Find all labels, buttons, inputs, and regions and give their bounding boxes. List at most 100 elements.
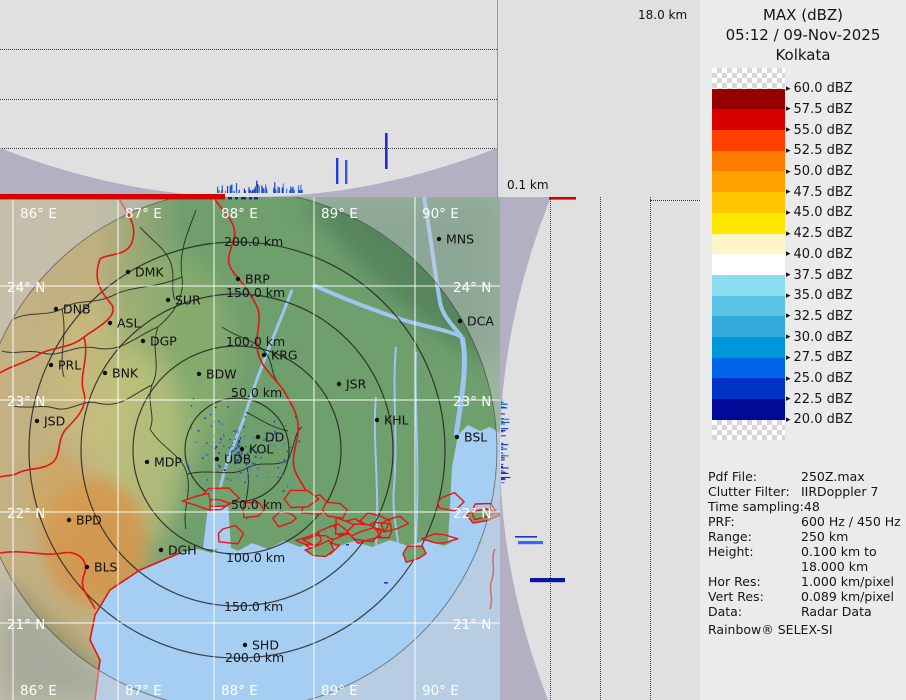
metadata-row: Height:0.100 km to 18.000 km bbox=[708, 544, 904, 574]
city-marker bbox=[197, 372, 201, 376]
city-label: BPD bbox=[76, 513, 102, 528]
scale-tick-arrow-icon: ▸ bbox=[786, 167, 791, 177]
product-header: MAX (dBZ) 05:12 / 09-Nov-2025 Kolkata bbox=[700, 5, 906, 65]
echo-ticks bbox=[501, 402, 511, 484]
city-label: MNS bbox=[446, 232, 474, 247]
dbz-swatch bbox=[712, 420, 785, 441]
dbz-swatch bbox=[712, 171, 785, 192]
product-metadata: Pdf File:250Z.maxClutter Filter:IIRDoppl… bbox=[708, 469, 904, 637]
beam-blockage-wedge bbox=[500, 197, 551, 700]
city-label: SUR bbox=[175, 293, 201, 308]
legend-panel: MAX (dBZ) 05:12 / 09-Nov-2025 Kolkata ▸6… bbox=[700, 0, 906, 700]
latitude-label: 24° N bbox=[453, 280, 491, 296]
city-label: PRL bbox=[58, 358, 81, 373]
longitude-label: 87° E bbox=[125, 206, 162, 222]
scale-tick-arrow-icon: ▸ bbox=[786, 208, 791, 218]
scale-tick-arrow-icon: ▸ bbox=[786, 353, 791, 363]
city-marker bbox=[141, 339, 145, 343]
city-label: BRP bbox=[245, 272, 270, 287]
city-label: DGP bbox=[150, 334, 177, 349]
city-label: BLS bbox=[94, 560, 118, 575]
city-marker bbox=[103, 371, 107, 375]
dbz-scale-label: ▸27.5 dBZ bbox=[786, 350, 853, 365]
ground-strip bbox=[549, 197, 576, 200]
metadata-row: Time sampling:48 bbox=[708, 499, 904, 514]
dbz-color-scale bbox=[712, 68, 785, 440]
scale-tick-arrow-icon: ▸ bbox=[786, 374, 791, 384]
longitude-label: 90° E bbox=[422, 206, 459, 222]
height-axis-min-label: 0.1 km bbox=[507, 178, 549, 192]
city-marker bbox=[458, 319, 462, 323]
city-label: DGH bbox=[168, 543, 197, 558]
scale-tick-arrow-icon: ▸ bbox=[786, 125, 791, 135]
dbz-scale-label: ▸47.5 dBZ bbox=[786, 185, 853, 200]
city-marker bbox=[455, 435, 459, 439]
scale-tick-arrow-icon: ▸ bbox=[786, 291, 791, 301]
city-label: ASL bbox=[117, 316, 140, 331]
echo-segment bbox=[518, 541, 543, 544]
scale-tick-arrow-icon: ▸ bbox=[786, 311, 791, 321]
map-top-red-strip bbox=[0, 197, 225, 199]
latitude-label: 21° N bbox=[453, 617, 491, 633]
city-marker bbox=[49, 363, 53, 367]
dbz-scale-label: ▸25.0 dBZ bbox=[786, 371, 853, 386]
dbz-scale-label: ▸22.5 dBZ bbox=[786, 392, 853, 407]
dbz-swatch bbox=[712, 130, 785, 151]
longitude-label: 88° E bbox=[221, 206, 258, 222]
radar-product-window: 18.0 km 0.1 km bbox=[0, 0, 906, 700]
scale-tick-arrow-icon: ▸ bbox=[786, 84, 791, 94]
city-label: DNB bbox=[63, 302, 91, 317]
echo-column bbox=[336, 158, 338, 184]
dbz-scale-label: ▸30.0 dBZ bbox=[786, 330, 853, 345]
scale-tick-arrow-icon: ▸ bbox=[786, 187, 791, 197]
city-marker bbox=[375, 418, 379, 422]
dbz-swatch bbox=[712, 358, 785, 379]
city-label: JSD bbox=[43, 414, 65, 429]
dbz-swatch bbox=[712, 234, 785, 255]
dbz-scale-label: ▸20.0 dBZ bbox=[786, 412, 853, 427]
dbz-scale-label: ▸60.0 dBZ bbox=[786, 81, 853, 96]
latitude-label: 21° N bbox=[7, 617, 45, 633]
range-ring-label: 100.0 km bbox=[226, 550, 285, 565]
dbz-swatch bbox=[712, 213, 785, 234]
city-marker bbox=[67, 518, 71, 522]
city-label: KOL bbox=[249, 442, 273, 457]
metadata-row: PRF:600 Hz / 450 Hz bbox=[708, 514, 904, 529]
city-marker bbox=[108, 321, 112, 325]
city-marker bbox=[262, 353, 266, 357]
city-label: BDW bbox=[206, 367, 237, 382]
dbz-swatch bbox=[712, 275, 785, 296]
metadata-row: Hor Res:1.000 km/pixel bbox=[708, 574, 904, 589]
dbz-swatch bbox=[712, 89, 785, 110]
metadata-row: Vert Res:0.089 km/pixel bbox=[708, 589, 904, 604]
city-marker bbox=[35, 419, 39, 423]
city-marker bbox=[85, 565, 89, 569]
city-label: DMK bbox=[135, 265, 164, 280]
city-marker bbox=[437, 237, 441, 241]
top-panel-graphics bbox=[0, 0, 497, 197]
scale-tick-arrow-icon: ▸ bbox=[786, 146, 791, 156]
dbz-scale-label: ▸55.0 dBZ bbox=[786, 123, 853, 138]
dbz-scale-label: ▸32.5 dBZ bbox=[786, 309, 853, 324]
city-label: DCA bbox=[467, 314, 494, 329]
echo-segment bbox=[515, 536, 537, 538]
metadata-row: Data:Radar Data bbox=[708, 604, 904, 619]
longitude-label: 87° E bbox=[125, 683, 162, 699]
city-label: BNK bbox=[112, 366, 139, 381]
height-axis-max-label: 18.0 km bbox=[638, 8, 687, 22]
dbz-swatch bbox=[712, 109, 785, 130]
software-brand: Rainbow® SELEX-SI bbox=[708, 622, 904, 637]
latitude-label: 23° N bbox=[7, 394, 45, 410]
longitude-label: 86° E bbox=[20, 683, 57, 699]
city-marker bbox=[215, 457, 219, 461]
city-marker bbox=[337, 382, 341, 386]
dbz-scale-label: ▸52.5 dBZ bbox=[786, 143, 853, 158]
echo-column bbox=[345, 160, 347, 184]
dbz-swatch bbox=[712, 399, 785, 420]
scale-tick-arrow-icon: ▸ bbox=[786, 332, 791, 342]
dbz-scale-label: ▸50.0 dBZ bbox=[786, 164, 853, 179]
longitude-label: 86° E bbox=[20, 206, 57, 222]
dbz-swatch bbox=[712, 151, 785, 172]
metadata-row: Pdf File:250Z.max bbox=[708, 469, 904, 484]
right-panel-graphics bbox=[500, 197, 700, 700]
